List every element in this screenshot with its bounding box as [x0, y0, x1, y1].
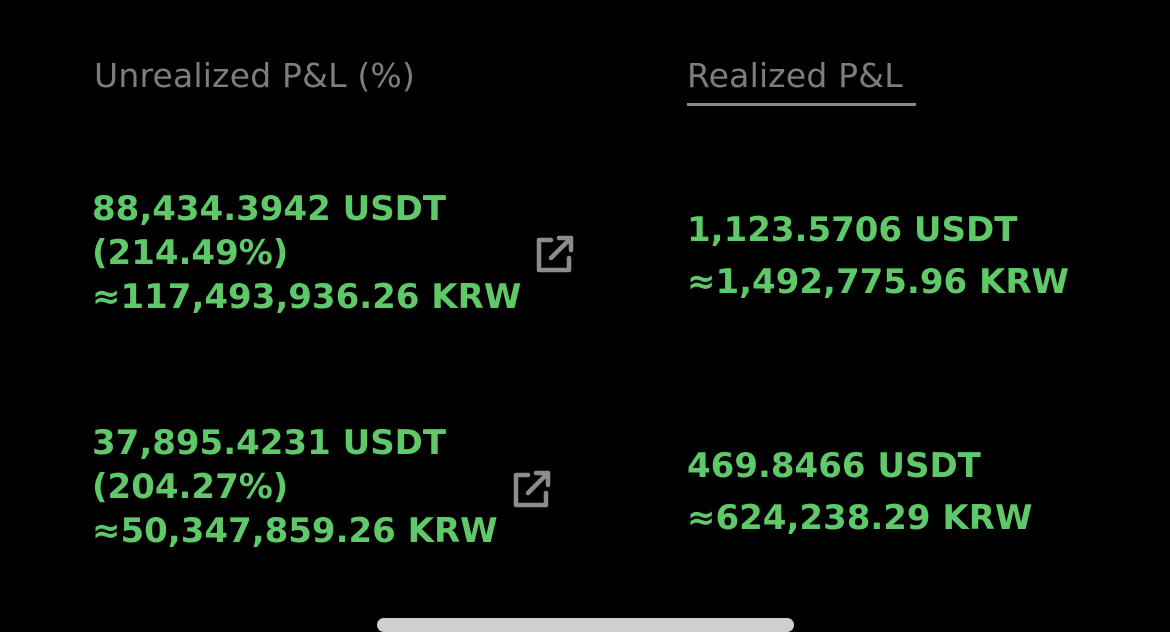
unrealized-pnl-header: Unrealized P&L (%) [94, 56, 416, 95]
unrealized-pnl-row-2: 37,895.4231 USDT (204.27%) ≈50,347,859.2… [92, 421, 498, 553]
realized-pnl-row-2: 469.8466 USDT ≈624,238.29 KRW [687, 440, 1032, 544]
unrealized-percent-value: (204.27%) [92, 467, 289, 507]
unrealized-krw-value: ≈117,493,936.26 KRW [92, 277, 522, 317]
realized-usdt-value: 1,123.5706 USDT [687, 210, 1018, 250]
realized-tab-underline [687, 103, 916, 106]
unrealized-usdt-value: 37,895.4231 USDT [92, 423, 447, 463]
realized-pnl-row-1: 1,123.5706 USDT ≈1,492,775.96 KRW [687, 204, 1069, 308]
realized-krw-value: ≈1,492,775.96 KRW [687, 262, 1070, 302]
unrealized-krw-value: ≈50,347,859.26 KRW [92, 511, 498, 551]
external-link-icon[interactable] [531, 230, 579, 278]
unrealized-usdt-value: 88,434.3942 USDT [92, 189, 447, 229]
unrealized-percent-value: (214.49%) [92, 233, 289, 273]
realized-pnl-tab[interactable]: Realized P&L [687, 56, 903, 95]
external-link-icon[interactable] [508, 465, 556, 513]
unrealized-pnl-row-1: 88,434.3942 USDT (214.49%) ≈117,493,936.… [92, 187, 521, 319]
realized-usdt-value: 469.8466 USDT [687, 446, 981, 486]
home-indicator[interactable] [377, 618, 794, 632]
realized-krw-value: ≈624,238.29 KRW [687, 498, 1033, 538]
